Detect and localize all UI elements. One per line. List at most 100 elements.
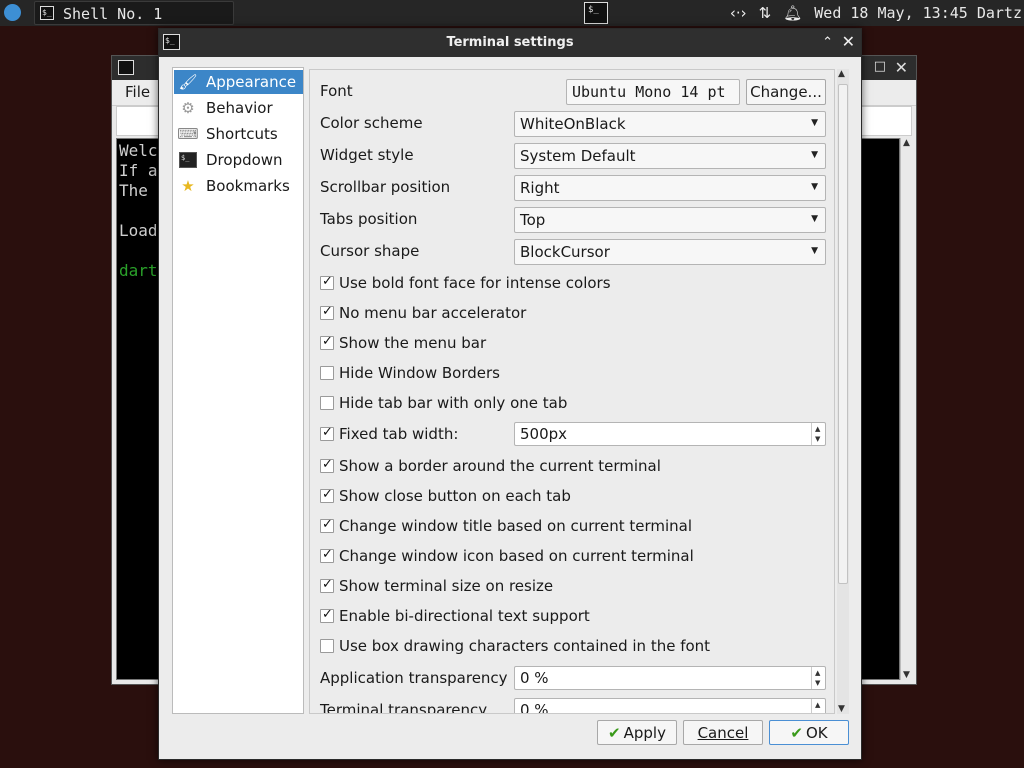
app-transparency-label: Application transparency xyxy=(320,669,508,687)
settings-content: Font Ubuntu Mono 14 pt Change... Color s… xyxy=(309,69,835,714)
spin-up-icon[interactable]: ▲ xyxy=(815,669,820,677)
window-icon-label[interactable]: Change window icon based on current term… xyxy=(339,547,694,565)
chevron-up-icon[interactable]: ⌃ xyxy=(822,35,833,50)
chevron-down-icon: ▼ xyxy=(811,118,818,128)
nav-item-bookmarks[interactable]: ★ Bookmarks xyxy=(174,174,303,198)
size-on-resize-label[interactable]: Show terminal size on resize xyxy=(339,577,553,595)
color-scheme-select[interactable]: WhiteOnBlack ▼ xyxy=(514,111,826,137)
bidi-row: Enable bi-directional text support xyxy=(310,603,834,631)
border-current-label[interactable]: Show a border around the current termina… xyxy=(339,457,661,475)
nav-item-behavior[interactable]: ⚙ Behavior xyxy=(174,96,303,120)
window-icon-row: Change window icon based on current term… xyxy=(310,543,834,571)
transfer-arrows-icon[interactable]: ⇅ xyxy=(759,4,772,22)
scroll-down-icon[interactable]: ▼ xyxy=(838,704,845,714)
bidi-checkbox[interactable] xyxy=(320,607,334,623)
term-transparency-spinbox[interactable]: 0 % ▲ xyxy=(514,698,826,714)
star-add-icon: ★ xyxy=(181,177,195,195)
hide-tab-bar-checkbox[interactable] xyxy=(320,396,334,410)
fixed-tab-width-label[interactable]: Fixed tab width: xyxy=(339,425,458,443)
color-scheme-row: Color scheme WhiteOnBlack ▼ xyxy=(310,110,834,138)
apply-button[interactable]: ✔ Apply xyxy=(597,720,677,745)
ok-button[interactable]: ✔ OK xyxy=(769,720,849,745)
box-drawing-checkbox[interactable] xyxy=(320,639,334,653)
nav-item-label: Bookmarks xyxy=(206,177,290,195)
bidi-label[interactable]: Enable bi-directional text support xyxy=(339,607,590,625)
bold-font-label[interactable]: Use bold font face for intense colors xyxy=(339,274,611,292)
checkmark-icon: ✔ xyxy=(790,723,803,742)
settings-nav: 🖌︎ Appearance ⚙ Behavior ⌨ Shortcuts $_ … xyxy=(172,67,304,714)
scroll-up-icon[interactable]: ▲ xyxy=(903,138,910,148)
nav-item-label: Appearance xyxy=(206,73,297,91)
network-icon[interactable]: ‹·› xyxy=(730,4,747,22)
widget-style-select[interactable]: System Default ▼ xyxy=(514,143,826,169)
terminal-icon xyxy=(118,60,134,75)
close-icon[interactable]: ✕ xyxy=(842,32,855,51)
terminal-line: The xyxy=(119,181,148,200)
window-title-label[interactable]: Change window title based on current ter… xyxy=(339,517,692,535)
app-transparency-spinbox[interactable]: 0 % ▲ ▼ xyxy=(514,666,826,690)
no-menu-accel-checkbox[interactable] xyxy=(320,304,334,320)
fixed-tab-width-checkbox[interactable] xyxy=(320,425,334,441)
scroll-down-icon[interactable]: ▼ xyxy=(903,670,910,680)
hide-tab-bar-row: Hide tab bar with only one tab xyxy=(310,390,834,418)
spin-down-icon[interactable]: ▼ xyxy=(815,435,820,443)
size-on-resize-checkbox[interactable] xyxy=(320,577,334,593)
show-menu-bar-checkbox[interactable] xyxy=(320,334,334,350)
cancel-button[interactable]: Cancel xyxy=(683,720,763,745)
window-icon-checkbox[interactable] xyxy=(320,547,334,563)
terminal-scrollbar[interactable]: ▲ ▼ xyxy=(900,138,914,680)
color-scheme-value: WhiteOnBlack xyxy=(520,115,626,133)
settings-scrollbar[interactable]: ▲ ▼ xyxy=(837,69,849,714)
nav-item-appearance[interactable]: 🖌︎ Appearance xyxy=(174,70,303,94)
close-icon[interactable]: ✕ xyxy=(895,58,908,77)
chevron-down-icon: ▼ xyxy=(811,150,818,160)
fixed-tab-width-spinbox[interactable]: 500px ▲ ▼ xyxy=(514,422,826,446)
close-button-label[interactable]: Show close button on each tab xyxy=(339,487,571,505)
nav-item-dropdown[interactable]: $_ Dropdown xyxy=(174,148,303,172)
spin-down-icon[interactable]: ▼ xyxy=(815,679,820,687)
scrollbar-position-select[interactable]: Right ▼ xyxy=(514,175,826,201)
box-drawing-label[interactable]: Use box drawing characters contained in … xyxy=(339,637,710,655)
scrollbar-thumb[interactable] xyxy=(838,84,848,584)
box-drawing-row: Use box drawing characters contained in … xyxy=(310,633,834,661)
font-label: Font xyxy=(320,82,353,100)
border-current-checkbox[interactable] xyxy=(320,457,334,473)
spin-buttons: ▲ ▼ xyxy=(811,423,825,445)
bell-icon[interactable]: 🔔︎ xyxy=(783,4,802,22)
gear-icon: ⚙ xyxy=(181,99,195,117)
term-transparency-row: Terminal transparency 0 % ▲ xyxy=(310,697,834,714)
close-button-checkbox[interactable] xyxy=(320,487,334,503)
terminal-launcher-icon[interactable]: $_ xyxy=(584,2,608,24)
term-transparency-value: 0 % xyxy=(520,701,549,714)
tabs-position-select[interactable]: Top ▼ xyxy=(514,207,826,233)
show-menu-bar-label[interactable]: Show the menu bar xyxy=(339,334,486,352)
taskbar-task-shell[interactable]: $_ Shell No. 1 xyxy=(34,1,234,25)
bold-font-checkbox[interactable] xyxy=(320,274,334,290)
app-transparency-value: 0 % xyxy=(520,669,549,687)
system-tray: ‹·› ⇅ 🔔︎ Wed 18 May, 13:45 Dartz xyxy=(730,0,1024,26)
spin-up-icon[interactable]: ▲ xyxy=(815,425,820,433)
clock[interactable]: Wed 18 May, 13:45 Dartz xyxy=(814,4,1022,22)
spin-up-icon[interactable]: ▲ xyxy=(815,701,820,709)
widget-style-label: Widget style xyxy=(320,146,414,164)
widget-style-value: System Default xyxy=(520,147,636,165)
no-menu-accel-label[interactable]: No menu bar accelerator xyxy=(339,304,526,322)
chevron-down-icon: ▼ xyxy=(811,246,818,256)
scroll-up-icon[interactable]: ▲ xyxy=(838,69,845,79)
menu-file[interactable]: File xyxy=(125,83,150,101)
hide-borders-checkbox[interactable] xyxy=(320,366,334,380)
maximize-icon[interactable]: □ xyxy=(874,59,886,74)
cursor-shape-value: BlockCursor xyxy=(520,243,610,261)
spin-buttons: ▲ xyxy=(811,699,825,713)
scrollbar-position-value: Right xyxy=(520,179,560,197)
hide-tab-bar-label[interactable]: Hide tab bar with only one tab xyxy=(339,394,567,412)
change-font-button[interactable]: Change... xyxy=(746,79,826,105)
scrollbar-position-label: Scrollbar position xyxy=(320,178,451,196)
settings-dialog: $_ Terminal settings ⌃ ✕ 🖌︎ Appearance ⚙… xyxy=(158,28,862,760)
window-title-checkbox[interactable] xyxy=(320,517,334,533)
hide-borders-label[interactable]: Hide Window Borders xyxy=(339,364,500,382)
tabs-position-row: Tabs position Top ▼ xyxy=(310,206,834,234)
cursor-shape-select[interactable]: BlockCursor ▼ xyxy=(514,239,826,265)
nav-item-shortcuts[interactable]: ⌨ Shortcuts xyxy=(174,122,303,146)
app-menu-icon[interactable] xyxy=(4,4,21,21)
